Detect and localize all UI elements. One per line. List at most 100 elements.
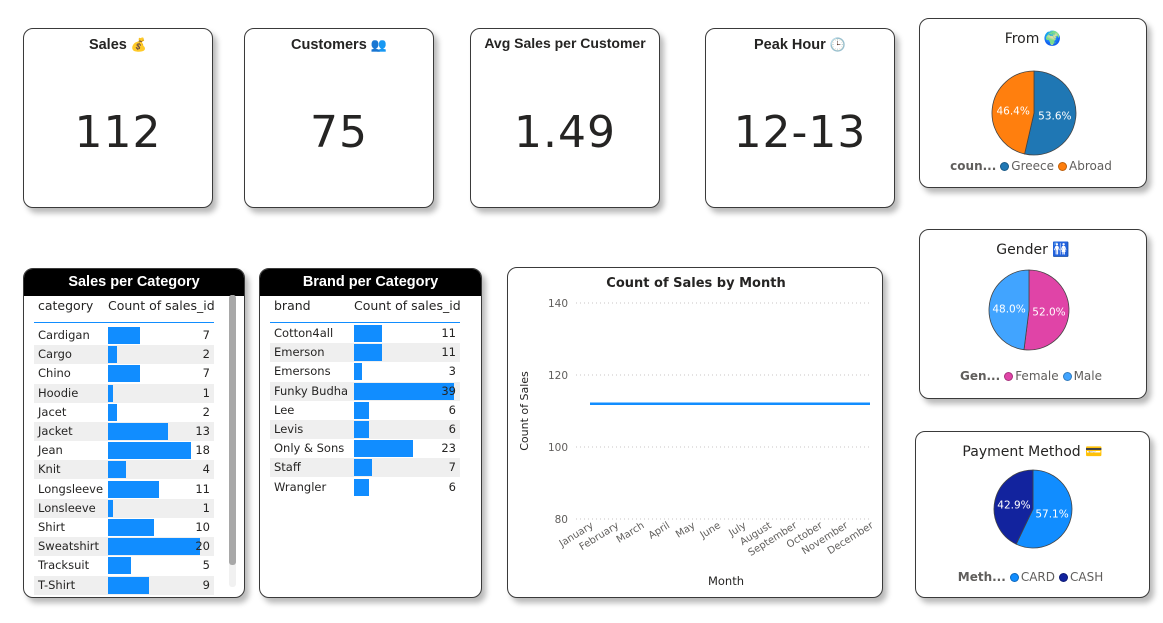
x-tick-label: May bbox=[674, 520, 697, 540]
scrollbar-thumb[interactable] bbox=[229, 295, 236, 565]
row-value: 10 bbox=[195, 520, 210, 534]
legend-item-female[interactable]: Female bbox=[1004, 369, 1059, 383]
table-row[interactable]: Lee 6 bbox=[270, 401, 460, 420]
table-row[interactable]: Knit 4 bbox=[34, 460, 214, 480]
kpi-value-peak-hour: 12-13 bbox=[733, 107, 867, 158]
table-row[interactable]: Shirt 10 bbox=[34, 518, 214, 537]
column-header-count[interactable]: Count of sales_id bbox=[108, 298, 215, 313]
row-label: Emersons bbox=[274, 364, 331, 379]
legend-label: CASH bbox=[1069, 570, 1104, 584]
table-row[interactable]: Cargo 2 bbox=[34, 345, 214, 365]
data-bar bbox=[108, 384, 113, 402]
legend-item-greece[interactable]: Greece bbox=[1000, 159, 1054, 173]
data-bar bbox=[108, 538, 200, 556]
row-value: 7 bbox=[202, 328, 210, 342]
table-row[interactable]: Funky Budha 39 bbox=[270, 381, 460, 401]
row-label: Staff bbox=[274, 460, 301, 475]
data-bar bbox=[354, 401, 370, 419]
table-row[interactable]: Cotton4all 11 bbox=[270, 324, 460, 343]
table-row[interactable]: Wrangler 6 bbox=[270, 478, 460, 497]
data-bar bbox=[354, 382, 454, 400]
pie-label-cash: 42.9% bbox=[997, 500, 1030, 512]
legend-label: Abroad bbox=[1069, 159, 1112, 173]
row-label: Only & Sons bbox=[274, 441, 345, 456]
row-value: 11 bbox=[195, 481, 210, 496]
legend-label: CARD bbox=[1020, 570, 1055, 584]
table-card-brand: Brand per Category brand Count of sales_… bbox=[259, 268, 482, 598]
row-label: Jacket bbox=[38, 424, 73, 438]
pie-label-female: 52.0% bbox=[1032, 306, 1065, 318]
data-bar bbox=[354, 421, 370, 438]
row-value: 11 bbox=[441, 345, 456, 360]
column-header-count[interactable]: Count of sales_id bbox=[354, 298, 461, 313]
row-value: 6 bbox=[448, 479, 456, 494]
data-bar bbox=[354, 325, 383, 342]
kpi-card-avg-sales: Avg Sales per Customer 1.49 bbox=[470, 28, 660, 208]
kpi-value-sales: 112 bbox=[74, 107, 162, 158]
legend-item-cash[interactable]: CASH bbox=[1058, 570, 1104, 584]
line-chart-sales-by-month: Count of Sales by Month 80 100 120 140 Count … bbox=[518, 276, 876, 588]
row-value: 7 bbox=[448, 460, 456, 475]
row-label: Funky Budha bbox=[274, 383, 349, 398]
legend-gender: Gen... Female Male bbox=[920, 369, 1146, 383]
legend-payment: Meth... CARD CASH bbox=[916, 570, 1149, 584]
table-row[interactable]: Emerson 11 bbox=[270, 343, 460, 363]
table-row[interactable]: Staff 7 bbox=[270, 458, 460, 478]
row-label: Sweatshirt bbox=[38, 539, 100, 554]
table-row[interactable]: T-Shirt 9 bbox=[34, 575, 214, 595]
line-chart-card: Count of Sales by Month 80 100 120 140 Count … bbox=[507, 267, 883, 598]
clock-icon: 🕒 bbox=[829, 38, 846, 53]
row-value: 9 bbox=[202, 577, 210, 592]
legend-item-male[interactable]: Male bbox=[1062, 369, 1102, 383]
pie-card-payment: Payment Method 💳 57.1% 42.9% Meth... CARD C… bbox=[915, 431, 1150, 598]
table-row[interactable]: Longsleeve 11 bbox=[34, 480, 214, 499]
row-label: Lonsleeve bbox=[38, 500, 96, 515]
row-value: 1 bbox=[202, 500, 210, 515]
data-bar bbox=[108, 346, 118, 364]
table-row[interactable]: Sweatshirt 20 bbox=[34, 537, 214, 557]
column-header-category[interactable]: category bbox=[38, 298, 93, 313]
row-value: 7 bbox=[202, 366, 210, 381]
legend-dot bbox=[1058, 573, 1068, 582]
legend-item-card[interactable]: CARD bbox=[1009, 570, 1055, 584]
table-row[interactable]: Chino 7 bbox=[34, 364, 214, 383]
table-row[interactable]: Tracksuit 5 bbox=[34, 556, 214, 575]
data-bar bbox=[354, 440, 413, 458]
table-title-category: Sales per Category bbox=[24, 269, 244, 296]
table-row[interactable]: Jacket 13 bbox=[34, 422, 214, 441]
table-title-brand: Brand per Category bbox=[260, 269, 481, 296]
data-bar bbox=[108, 403, 118, 421]
table-row[interactable]: Hoodie 1 bbox=[34, 383, 214, 403]
legend-dot bbox=[1000, 162, 1010, 171]
table-row[interactable]: Only & Sons 23 bbox=[270, 439, 460, 458]
table-card-category: Sales per Category category Count of sal… bbox=[23, 268, 245, 598]
row-label: Lee bbox=[274, 402, 295, 417]
row-value: 6 bbox=[448, 422, 456, 436]
legend-title: Meth... bbox=[957, 570, 1006, 584]
row-label: Jean bbox=[38, 443, 63, 458]
table-row[interactable]: Cardigan 7 bbox=[34, 326, 214, 345]
table-row[interactable]: Emersons 3 bbox=[270, 362, 460, 381]
table-row[interactable]: Jacet 2 bbox=[34, 403, 214, 422]
data-bar bbox=[108, 576, 150, 594]
data-bar bbox=[108, 365, 141, 383]
x-tick-label: April bbox=[647, 520, 672, 541]
row-label: Jacet bbox=[38, 404, 67, 419]
y-tick-label: 140 bbox=[548, 298, 568, 310]
legend-item-abroad[interactable]: Abroad bbox=[1058, 159, 1112, 173]
column-header-brand[interactable]: brand bbox=[274, 298, 311, 313]
data-bar bbox=[354, 344, 383, 362]
pie-label-abroad: 46.4% bbox=[996, 106, 1029, 118]
row-value: 11 bbox=[441, 326, 456, 340]
row-label: Wrangler bbox=[274, 479, 327, 494]
row-label: T-Shirt bbox=[38, 577, 76, 592]
row-value: 13 bbox=[195, 424, 210, 438]
table-row[interactable]: Levis 6 bbox=[270, 420, 460, 439]
row-value: 5 bbox=[202, 558, 210, 573]
kpi-title-peak-hour: Peak Hour 🕒 bbox=[754, 37, 846, 53]
table-row[interactable]: Lonsleeve 1 bbox=[34, 498, 214, 518]
people-icon: 👥 bbox=[370, 38, 387, 53]
data-bar bbox=[108, 461, 127, 479]
data-bar bbox=[108, 557, 131, 575]
table-row[interactable]: Jean 18 bbox=[34, 441, 214, 460]
